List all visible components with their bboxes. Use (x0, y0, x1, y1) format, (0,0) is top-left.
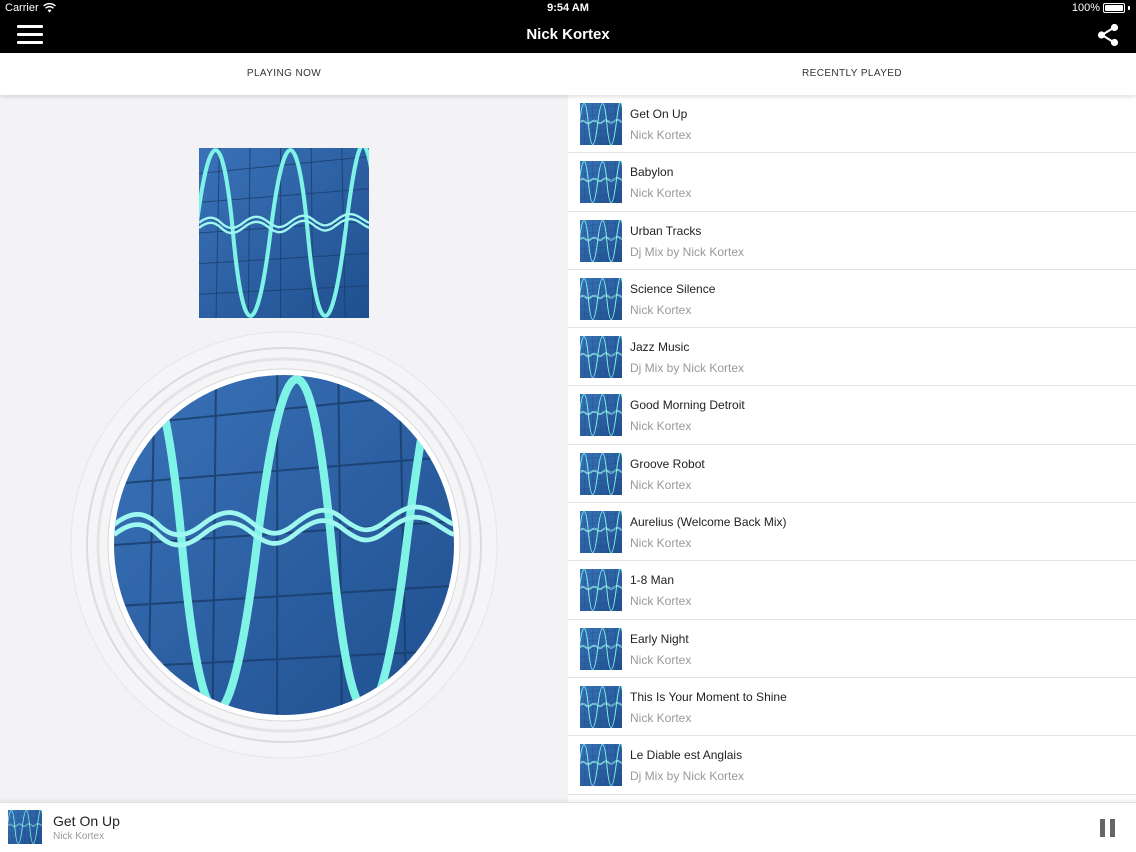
list-item[interactable]: Babylon Nick Kortex (568, 153, 1136, 212)
track-thumbnail (580, 394, 622, 436)
track-title: This Is Your Moment to Shine (630, 689, 787, 704)
track-artist: Nick Kortex (630, 302, 692, 317)
track-thumbnail (580, 686, 622, 728)
pause-icon[interactable] (1100, 819, 1116, 837)
list-item[interactable]: Le Diable est Anglais Dj Mix by Nick Kor… (568, 736, 1136, 795)
battery-percent: 100% (1071, 2, 1100, 14)
track-thumbnail (580, 220, 622, 262)
track-artist: Dj Mix by Nick Kortex (630, 244, 745, 259)
track-artist: Nick Kortex (630, 652, 692, 667)
list-item[interactable]: Get On Up Nick Kortex (568, 95, 1136, 154)
status-time: 9:54 AM (547, 2, 589, 14)
track-thumbnail (580, 744, 622, 786)
battery-indicator: 100% (1072, 2, 1130, 14)
track-artist: Nick Kortex (630, 594, 692, 609)
track-thumbnail (580, 453, 622, 495)
list-item[interactable]: Groove Robot Nick Kortex (568, 445, 1136, 504)
tab-playing-now[interactable]: PLAYING NOW (0, 53, 568, 95)
track-thumbnail (580, 336, 622, 378)
recently-played-list: Get On Up Nick Kortex Babylon Nick Korte… (568, 95, 1136, 802)
tab-recently-played[interactable]: RECENTLY PLAYED (568, 53, 1136, 95)
track-artist: Nick Kortex (630, 477, 692, 492)
track-artist: Nick Kortex (630, 710, 692, 725)
track-title: Get On Up (630, 107, 688, 121)
share-icon[interactable] (1096, 23, 1120, 47)
list-item[interactable]: Urban Tracks Dj Mix by Nick Kortex (568, 212, 1136, 270)
mini-player-thumbnail (8, 810, 42, 844)
track-title: Aurelius (Welcome Back Mix) (630, 515, 787, 530)
track-title: Jazz Music (630, 340, 690, 355)
track-thumbnail (580, 278, 622, 320)
list-item[interactable]: This Is Your Moment to Shine Nick Kortex (568, 678, 1136, 737)
track-thumbnail (580, 628, 622, 670)
track-title: Babylon (630, 165, 674, 180)
navigation-bar: Nick Kortex (0, 17, 1136, 53)
track-artist: Nick Kortex (630, 128, 692, 142)
track-thumbnail (580, 103, 622, 145)
album-art (199, 148, 369, 318)
page-title: Nick Kortex (526, 26, 610, 43)
list-item[interactable]: Aurelius (Welcome Back Mix) Nick Kortex (568, 503, 1136, 562)
track-title: Early Night (630, 631, 689, 646)
battery-icon (1103, 3, 1125, 13)
track-artist: Dj Mix by Nick Kortex (630, 361, 745, 376)
track-title: Groove Robot (630, 456, 705, 471)
track-artist: Nick Kortex (630, 186, 692, 201)
track-title: 1-8 Man (630, 573, 675, 588)
track-title: Science Silence (630, 281, 716, 296)
vinyl-disc (70, 331, 498, 759)
list-item[interactable]: Jazz Music Dj Mix by Nick Kortex (568, 328, 1136, 387)
track-title: Urban Tracks (630, 223, 702, 238)
mini-player[interactable]: Get On Up Nick Kortex (0, 802, 1136, 852)
list-item[interactable]: Good Morning Detroit Nick Kortex (568, 386, 1136, 445)
track-title: Good Morning Detroit (630, 398, 745, 413)
list-item[interactable]: Science Silence Nick Kortex (568, 270, 1136, 329)
now-playing-panel (0, 95, 568, 802)
track-thumbnail (580, 511, 622, 553)
track-thumbnail (580, 161, 622, 203)
mini-player-title: Get On Up (53, 813, 120, 829)
tab-bar: PLAYING NOW RECENTLY PLAYED (0, 53, 1136, 95)
mini-player-artist: Nick Kortex (53, 831, 105, 842)
track-artist: Dj Mix by Nick Kortex (630, 769, 745, 784)
track-title: Le Diable est Anglais (630, 748, 743, 763)
track-artist: Nick Kortex (630, 536, 692, 551)
list-item[interactable]: Early Night Nick Kortex (568, 620, 1136, 678)
track-thumbnail (580, 569, 622, 611)
status-bar: Carrier 9:54 AM 100% (0, 0, 1136, 17)
track-artist: Nick Kortex (630, 419, 692, 434)
list-item[interactable]: 1-8 Man Nick Kortex (568, 561, 1136, 620)
